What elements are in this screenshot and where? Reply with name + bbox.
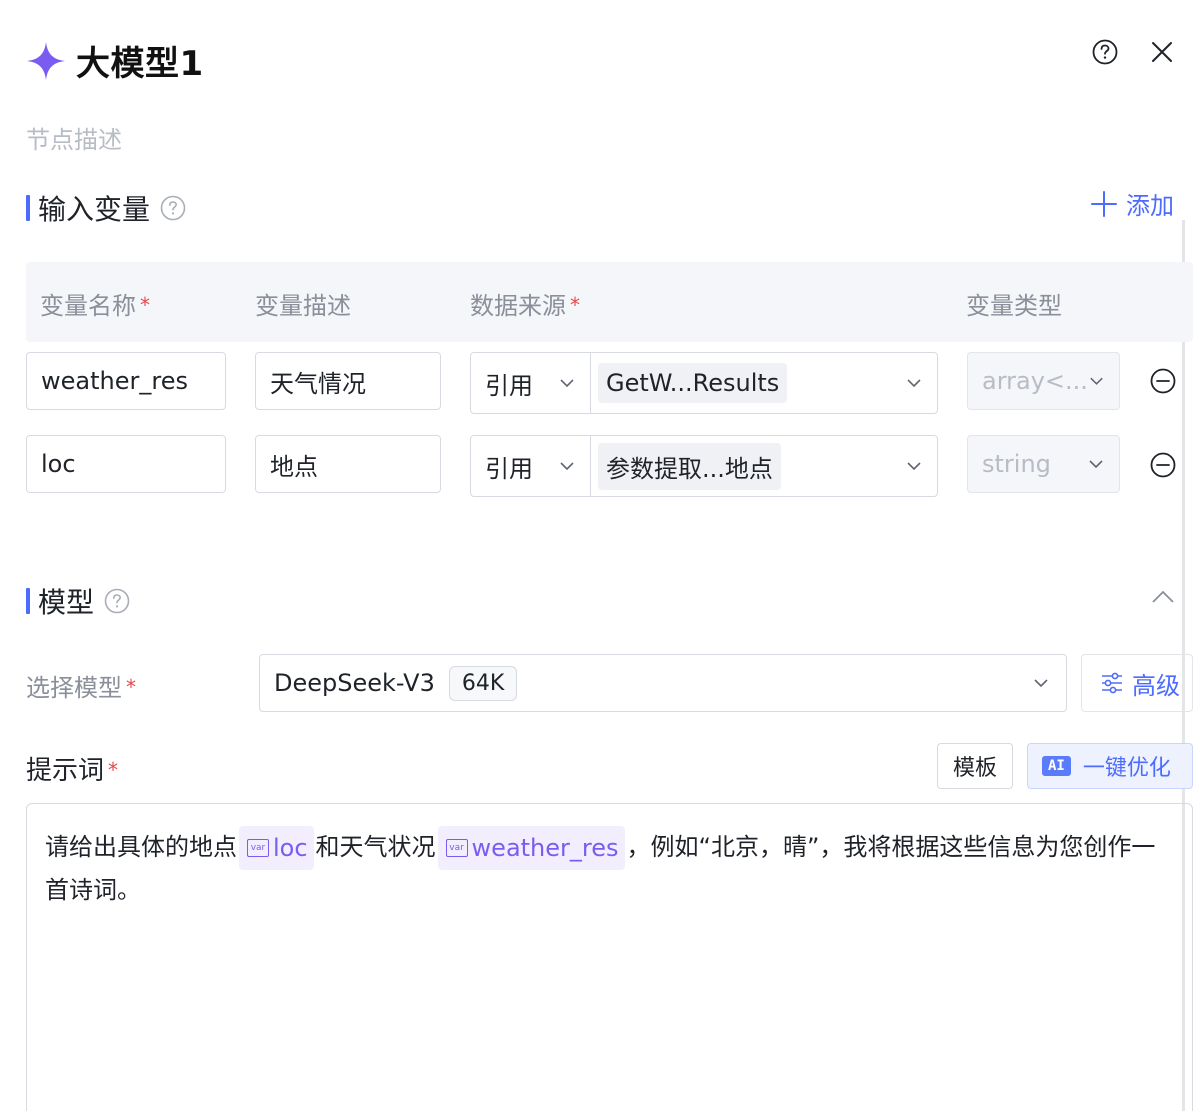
ai-icon: AI xyxy=(1042,756,1071,776)
chevron-down-icon xyxy=(907,462,921,471)
data-source-field: 引用 参数提取...地点 xyxy=(470,435,938,497)
source-value-chip: GetW...Results xyxy=(598,363,788,403)
variable-type-value: array<... xyxy=(982,367,1088,395)
variable-desc-input[interactable]: 地点 xyxy=(255,435,441,493)
variable-reference-name: weather_res xyxy=(471,833,619,862)
help-icon[interactable] xyxy=(104,588,130,614)
variable-type-value: string xyxy=(982,450,1051,478)
sliders-icon xyxy=(1102,672,1122,694)
chevron-up-icon[interactable] xyxy=(1150,584,1176,610)
chevron-down-icon xyxy=(560,379,574,388)
node-description-input[interactable]: 节点描述 xyxy=(26,120,122,155)
section-accent-bar xyxy=(26,588,30,614)
variable-desc-input[interactable]: 天气情况 xyxy=(255,352,441,410)
chevron-down-icon xyxy=(560,462,574,471)
prompt-text: 请给出具体的地点 xyxy=(45,833,237,861)
chevron-down-icon xyxy=(1034,679,1048,688)
ai-optimize-label: 一键优化 xyxy=(1082,756,1171,781)
source-value-select[interactable]: 参数提取...地点 xyxy=(591,436,937,496)
chevron-down-icon xyxy=(1089,460,1103,469)
variable-type-select: string xyxy=(967,435,1120,493)
node-title[interactable]: 大模型1 xyxy=(76,36,204,85)
context-length-badge: 64K xyxy=(448,665,518,701)
help-icon[interactable] xyxy=(1092,39,1118,65)
variable-name-input[interactable]: loc xyxy=(26,435,226,493)
model-section-title: 模型 xyxy=(38,586,95,619)
prompt-label: 提示词 * xyxy=(26,756,119,786)
node-header: 大模型1 xyxy=(26,36,204,85)
column-header-source: 数据来源 * xyxy=(470,292,580,320)
advanced-settings-button[interactable]: 高级 xyxy=(1081,654,1193,712)
template-button[interactable]: 模板 xyxy=(937,743,1013,789)
add-variable-label: 添加 xyxy=(1126,192,1174,220)
column-header-name: 变量名称 * xyxy=(40,292,150,320)
prompt-text: 和天气状况 xyxy=(315,833,436,861)
source-type-select[interactable]: 引用 xyxy=(471,436,591,496)
ai-optimize-button[interactable]: AI 一键优化 xyxy=(1027,743,1193,789)
select-model-label: 选择模型 * xyxy=(26,674,136,702)
section-accent-bar xyxy=(26,195,30,221)
column-header-desc: 变量描述 xyxy=(255,292,351,320)
var-icon: var xyxy=(247,839,269,857)
minus-circle-icon[interactable] xyxy=(1150,368,1176,394)
variable-reference-chip[interactable]: var weather_res xyxy=(437,826,625,870)
close-icon[interactable] xyxy=(1150,40,1174,64)
plus-icon xyxy=(1091,190,1117,217)
prompt-editor[interactable]: 请给出具体的地点 var loc 和天气状况 var weather_res ，例如“北京，… xyxy=(26,803,1193,1111)
source-value-chip: 参数提取...地点 xyxy=(598,442,781,490)
help-icon[interactable] xyxy=(160,195,186,221)
variables-table-header: 变量名称 * 变量描述 数据来源 * 变量类型 xyxy=(26,262,1193,342)
variable-reference-chip[interactable]: var loc xyxy=(239,826,314,870)
chevron-down-icon xyxy=(1090,377,1103,385)
sparkle-icon xyxy=(27,41,65,80)
inputs-section-header: 输入变量 xyxy=(26,188,186,228)
variable-reference-name: loc xyxy=(273,833,308,862)
column-header-type: 变量类型 xyxy=(966,292,1062,320)
model-name: DeepSeek-V3 xyxy=(274,669,435,697)
add-variable-button[interactable]: 添加 xyxy=(1090,186,1174,221)
variable-name-input[interactable]: weather_res xyxy=(26,352,226,410)
source-type-value: 引用 xyxy=(485,371,533,400)
inputs-section-title: 输入变量 xyxy=(38,193,151,226)
source-value-select[interactable]: GetW...Results xyxy=(591,353,937,413)
data-source-field: 引用 GetW...Results xyxy=(470,352,938,414)
chevron-down-icon xyxy=(907,379,921,388)
model-section-header: 模型 xyxy=(26,581,130,621)
variable-type-select: array<... xyxy=(967,352,1120,410)
model-select[interactable]: DeepSeek-V3 64K xyxy=(259,654,1067,712)
minus-circle-icon[interactable] xyxy=(1150,452,1176,478)
var-icon: var xyxy=(445,839,468,857)
source-type-value: 引用 xyxy=(485,454,533,483)
source-type-select[interactable]: 引用 xyxy=(471,353,591,413)
advanced-settings-label: 高级 xyxy=(1132,671,1180,700)
